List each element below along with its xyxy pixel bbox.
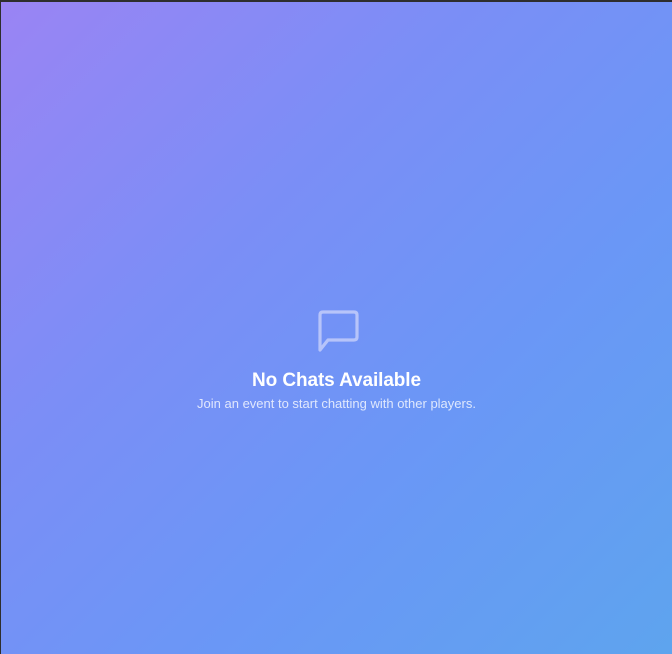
empty-state-subtitle: Join an event to start chatting with oth… bbox=[197, 396, 476, 411]
empty-state-title: No Chats Available bbox=[252, 370, 421, 391]
chat-bubble-icon bbox=[317, 310, 359, 352]
chat-page: No Chats Available Join an event to star… bbox=[0, 0, 672, 654]
empty-chats-state: No Chats Available Join an event to star… bbox=[1, 307, 672, 412]
